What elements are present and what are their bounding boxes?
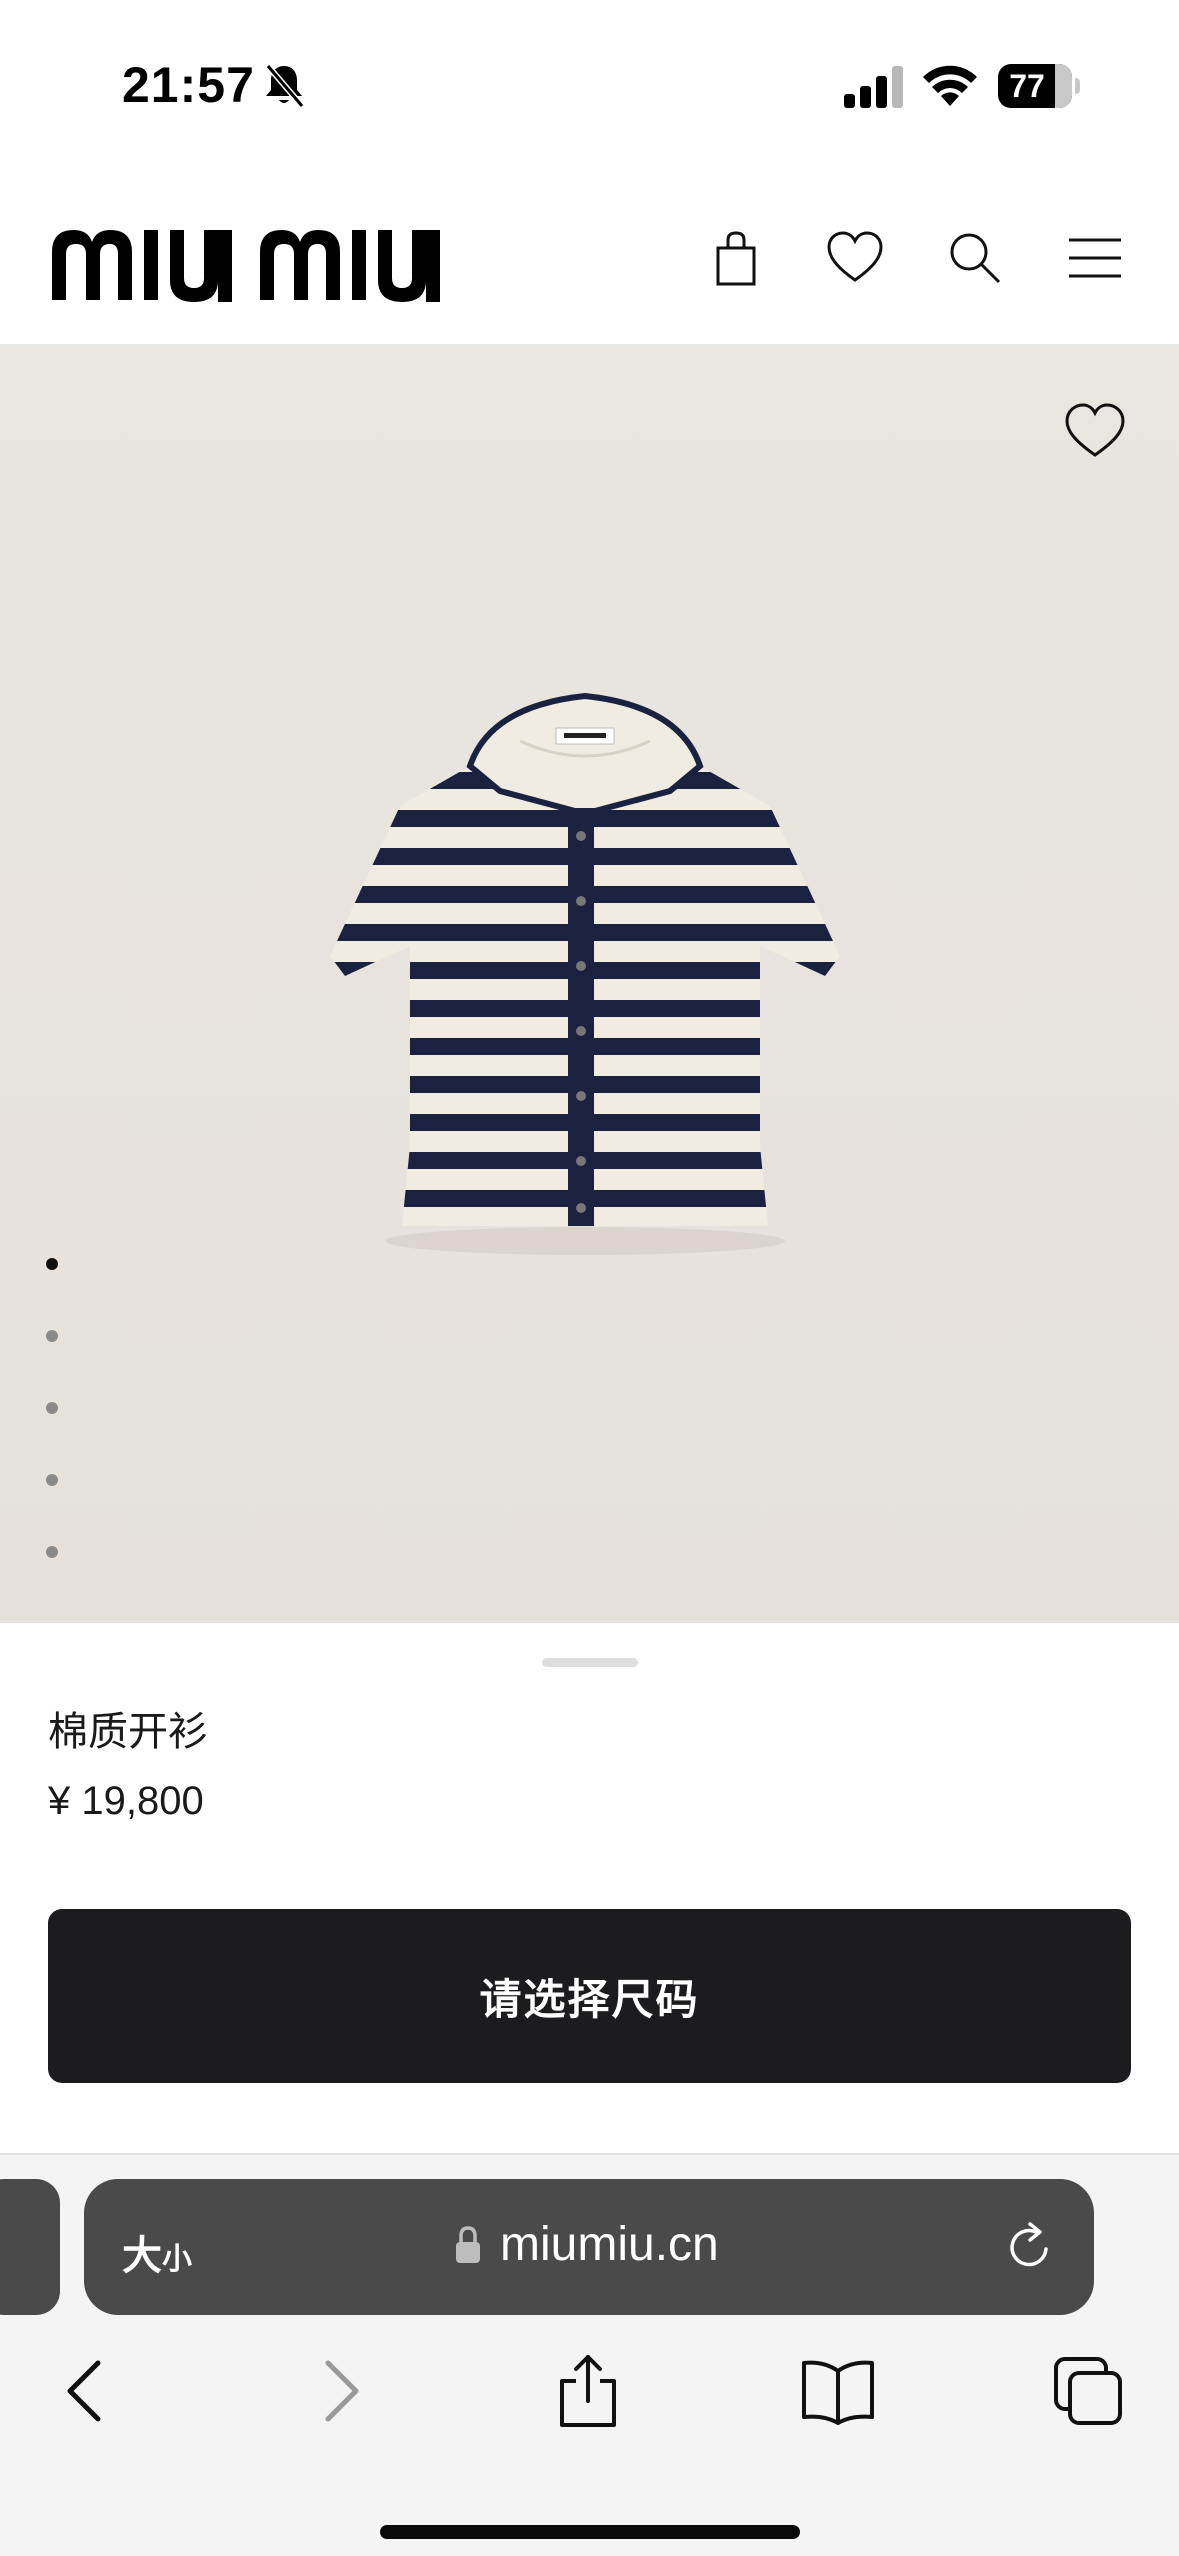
battery-tip bbox=[1075, 78, 1080, 94]
product-photo-cardigan bbox=[330, 692, 840, 1255]
status-time: 21:57 bbox=[122, 57, 255, 113]
text-size-label-small: 小 bbox=[162, 2243, 192, 2276]
select-size-button[interactable]: 请选择尺码 bbox=[48, 1909, 1131, 2083]
battery-body: 77 bbox=[998, 64, 1072, 108]
product-name: 棉质开衫 bbox=[48, 1710, 208, 1754]
heart-icon[interactable] bbox=[825, 228, 885, 288]
search-icon[interactable] bbox=[945, 228, 1005, 288]
url-text: miumiu.cn bbox=[500, 2218, 719, 2271]
text-size-button[interactable]: 大小 bbox=[122, 2223, 192, 2281]
address-bar[interactable]: 大小 miumiu.cn bbox=[84, 2179, 1094, 2315]
carousel-dot[interactable] bbox=[46, 1402, 58, 1414]
drag-handle[interactable] bbox=[542, 1658, 638, 1667]
bell-muted-icon bbox=[265, 64, 305, 108]
carousel-dot[interactable] bbox=[46, 1546, 58, 1558]
brand-logo-mark bbox=[52, 230, 440, 302]
carousel-dot[interactable] bbox=[46, 1330, 58, 1342]
previous-tab-peek[interactable] bbox=[0, 2179, 60, 2315]
site-header: miu miu bbox=[0, 170, 1179, 346]
menu-icon[interactable] bbox=[1065, 228, 1125, 288]
bookmarks-icon[interactable] bbox=[798, 2351, 878, 2431]
battery-percent: 77 bbox=[1009, 68, 1045, 104]
product-info-panel: 棉质开衫 ¥ 19,800 请选择尺码 bbox=[0, 1623, 1179, 2153]
product-image-carousel[interactable] bbox=[0, 346, 1179, 1623]
home-indicator bbox=[380, 2525, 800, 2539]
text-size-label-big: 大 bbox=[122, 2234, 162, 2278]
reload-icon[interactable] bbox=[1002, 2219, 1058, 2275]
back-icon[interactable] bbox=[46, 2351, 126, 2431]
status-bar: 21:57 77 bbox=[0, 0, 1179, 170]
lock-icon bbox=[456, 2226, 480, 2263]
add-to-wishlist-heart-icon[interactable] bbox=[1063, 401, 1127, 461]
shopping-bag-icon[interactable] bbox=[706, 228, 766, 288]
browser-toolbar: 大小 miumiu.cn bbox=[0, 2153, 1179, 2556]
carousel-dot[interactable] bbox=[46, 1258, 58, 1270]
battery-empty-portion bbox=[1054, 64, 1072, 108]
product-price: ¥ 19,800 bbox=[48, 1779, 204, 1823]
wifi-icon bbox=[923, 65, 977, 106]
carousel-dot[interactable] bbox=[46, 1474, 58, 1486]
forward-icon[interactable] bbox=[300, 2351, 380, 2431]
share-icon[interactable] bbox=[548, 2351, 628, 2431]
battery-indicator: 77 bbox=[998, 64, 1080, 108]
tabs-icon[interactable] bbox=[1048, 2351, 1128, 2431]
cellular-signal-icon bbox=[844, 66, 903, 108]
brand-logo[interactable]: miu miu bbox=[52, 228, 500, 306]
